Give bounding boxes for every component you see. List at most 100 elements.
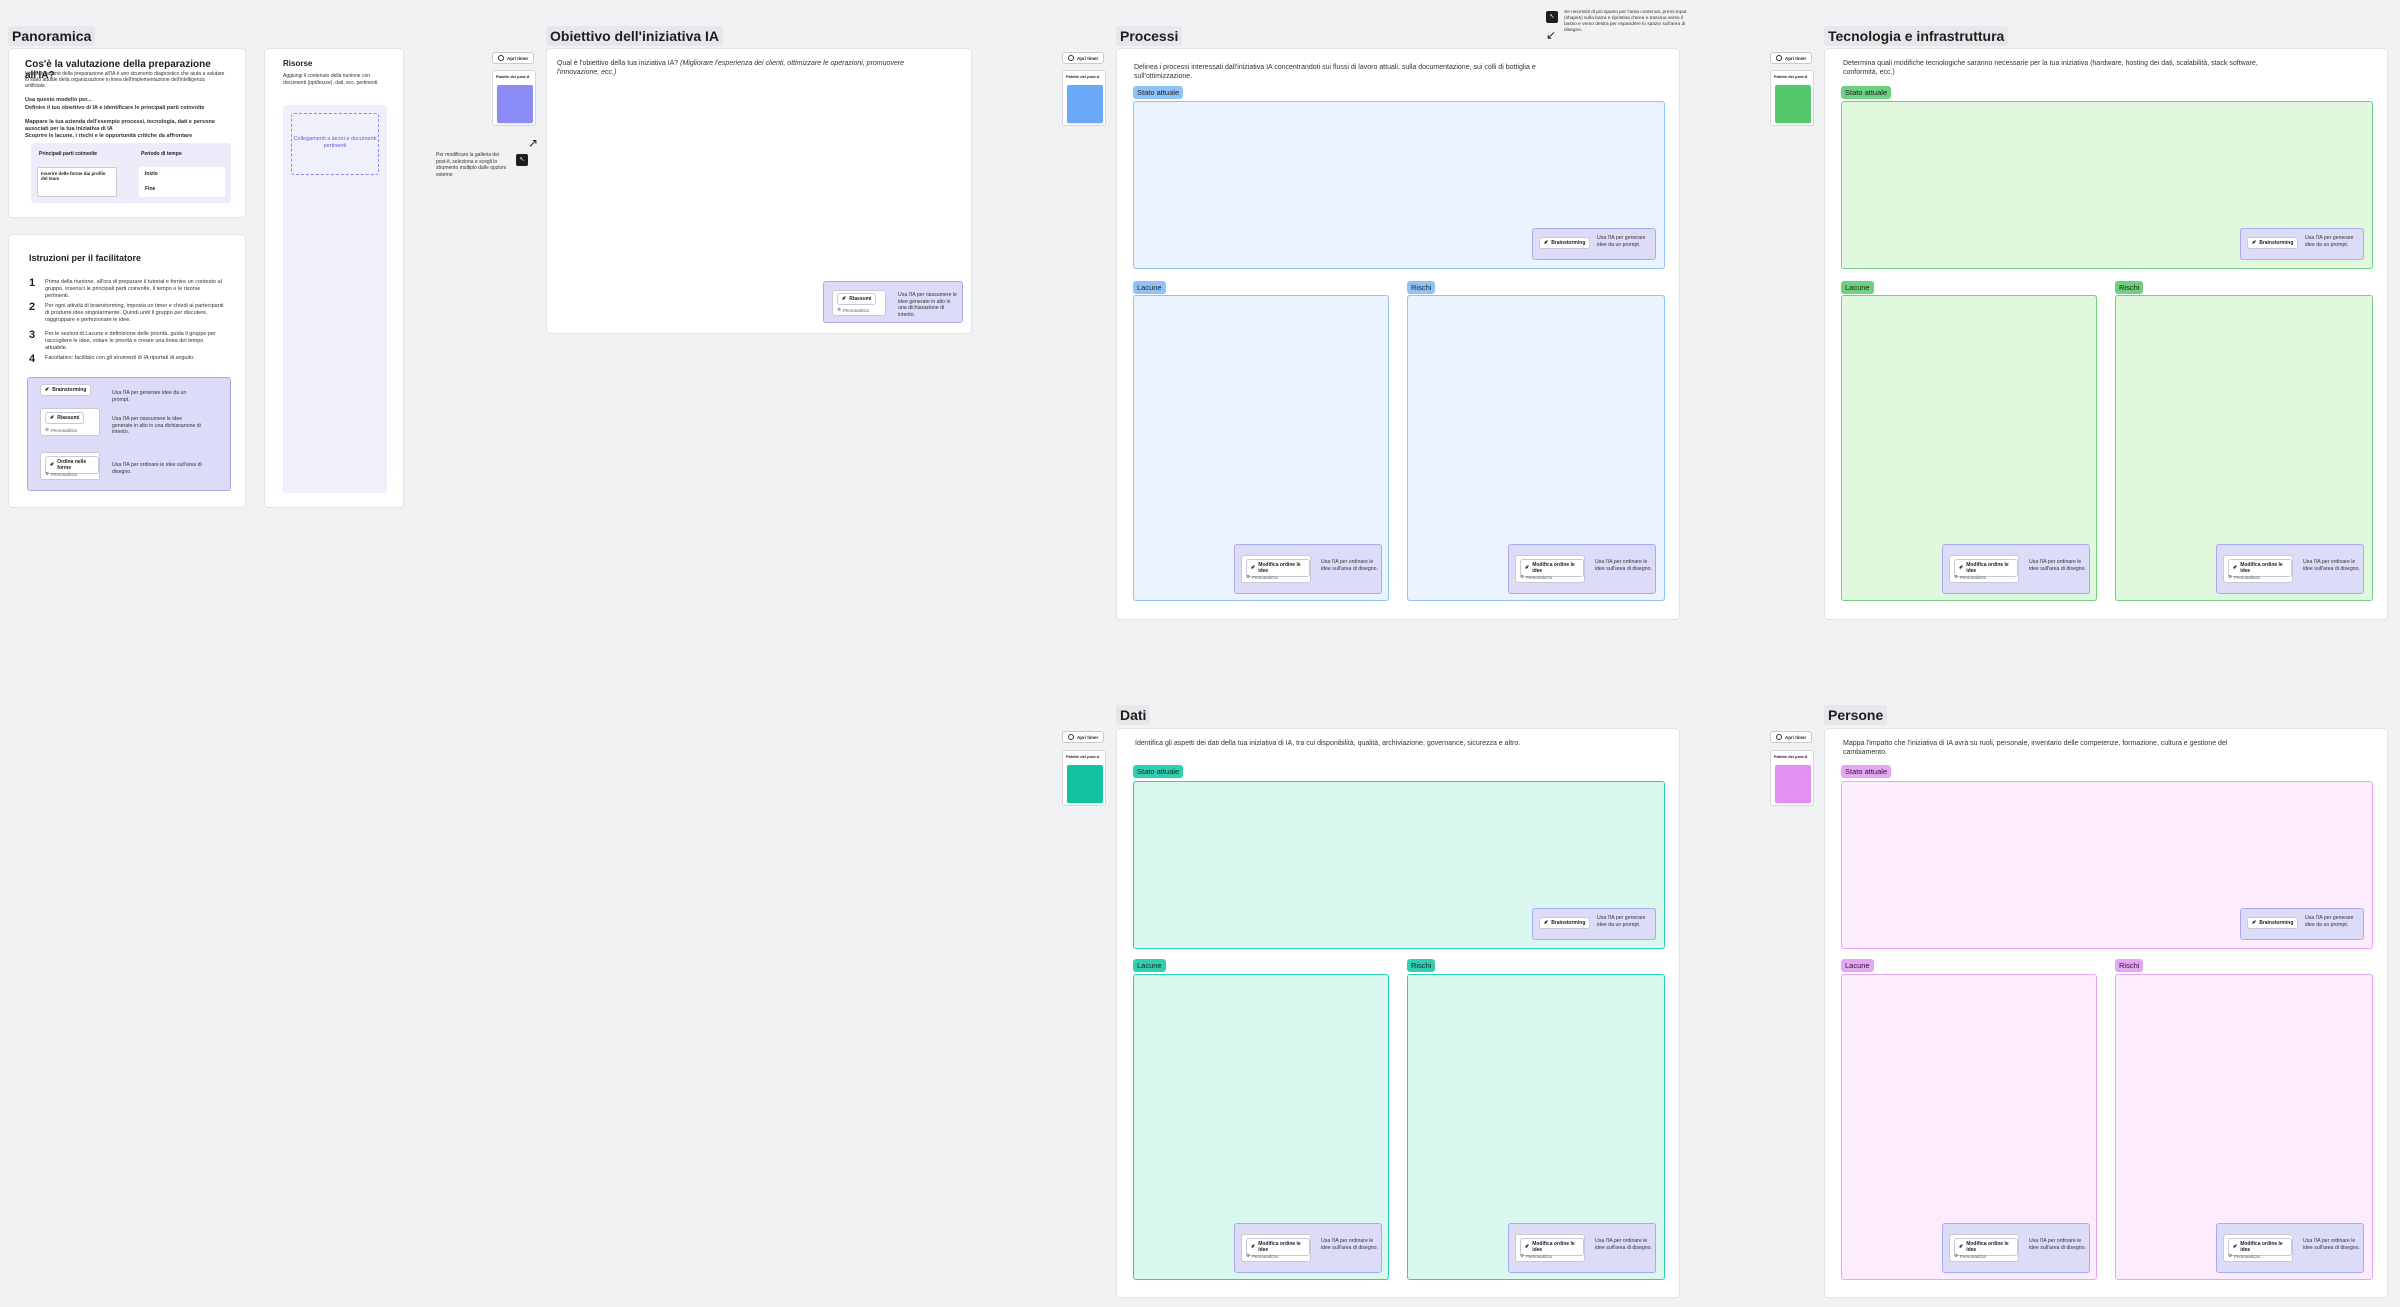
data-sticky-palette[interactable]: Palette dei post-it [1062,750,1106,806]
ai-sort-widget[interactable]: ✐ Ordina nelle forme ⚙ Personalizza [40,452,100,480]
objective-sticky-palette[interactable]: Palette dei post-it [492,70,536,126]
processes-section-title: Processi [1116,26,1183,46]
sort-customize[interactable]: ⚙ Personalizza [1246,574,1278,580]
pink-sticky-note[interactable] [1775,765,1811,803]
technology-current-frame[interactable]: ✐ Brainstorming Usa l'IA per generare ide… [1841,101,2373,269]
sort-label: Modifica ordine le idee [1966,1241,2009,1253]
objective-ai-widget[interactable]: ✐ Riassumi ⚙ Personalizza [832,290,886,316]
resources-link-placeholder[interactable]: Collegamenti a lavori e documenti pertin… [291,113,379,175]
sort-customize[interactable]: ⚙ Personalizza [1954,574,1986,580]
people-risks-tag: Rischi [2115,959,2144,972]
brainstorm-desc: Usa l'IA per generare idee da un prompt. [2305,235,2354,248]
green-sticky-note[interactable] [1775,85,1811,123]
settings-icon: ⚙ [1520,1253,1525,1258]
period-end-label[interactable]: Fine [145,186,155,192]
sort-customize[interactable]: ⚙ Personalizza [2228,1253,2260,1259]
technology-desc: Determina quali modifiche tecnologiche s… [1843,60,2258,76]
ai-brainstorm-desc: Usa l'IA per generare idee da un prompt. [112,390,187,403]
processes-card: Delinea i processi interessati dall'iniz… [1116,48,1680,620]
ai-summarize-button[interactable]: ✐ Riassumi [45,412,85,424]
objective-summarize-button[interactable]: ✐ Riassumi [837,293,877,305]
open-timer-label: Apri timer [1785,55,1807,61]
objective-customize[interactable]: ⚙ Personalizza [837,307,869,313]
resources-drop-area[interactable]: Collegamenti a lavori e documenti pertin… [283,105,387,493]
customize-label: Personalizza [1960,1253,1986,1259]
period-start-label[interactable]: Inizio [145,171,158,177]
stakeholder-profile-slot[interactable]: Inserire delle forme dai profilo del tea… [37,167,117,197]
data-gaps-frame[interactable]: ✐ Modifica ordine le idee ⚙ Personalizza U… [1133,974,1389,1280]
technology-gaps-frame[interactable]: ✐ Modifica ordine le idee ⚙ Personalizza U… [1841,295,2097,601]
customize-label: Personalizza [1526,1253,1552,1259]
sort-desc: Usa l'IA per ordinare le idee sull'area … [2303,1238,2360,1251]
sort-widget[interactable]: ✐ Modifica ordine le idee ⚙ Personalizza [1241,555,1311,583]
sparkle-icon: ✐ [1251,1244,1256,1250]
settings-icon: ⚙ [1954,1253,1959,1258]
top-expand-note: Se necessiti di più spazio per l'area co… [1564,10,1687,33]
teal-sticky-note[interactable] [1067,765,1103,803]
processes-open-timer[interactable]: Apri timer [1062,52,1105,64]
objective-question-main: Qual è l'obiettivo della tua iniziativa … [557,60,679,67]
people-gaps-frame[interactable]: ✐ Modifica ordine le idee ⚙ Personalizza U… [1841,974,2097,1280]
arrow-down-icon: ↙ [1546,28,1557,42]
brainstorm-button[interactable]: ✐ Brainstorming [2247,917,2299,929]
data-open-timer[interactable]: Apri timer [1062,731,1105,743]
timer-icon [1776,55,1782,61]
ai-summarize-customize[interactable]: ⚙ Personalizza [45,427,77,433]
people-open-timer[interactable]: Apri timer [1770,731,1813,743]
sort-customize[interactable]: ⚙ Personalizza [1520,1253,1552,1259]
ai-sort-customize[interactable]: ⚙ Personalizza [45,471,77,477]
processes-risks-frame[interactable]: ✐ Modifica ordine le idee ⚙ Personalizza U… [1407,295,1665,601]
sort-widget[interactable]: ✐ Modifica ordine le idee ⚙ Personalizza [1241,1234,1311,1262]
technology-sticky-palette[interactable]: Palette dei post-it [1770,70,1814,126]
brainstorm-button[interactable]: ✐ Brainstorming [2247,237,2299,249]
customize-label: Personalizza [1252,574,1278,580]
blue-sticky-note[interactable] [1067,85,1103,123]
palette-label: Palette dei post-it [1066,754,1100,759]
objective-card: Qual è l'obiettivo della tua iniziativa … [546,48,972,334]
brainstorm-label: Brainstorming [1551,240,1586,246]
people-risks-frame[interactable]: ✐ Modifica ordine le idee ⚙ Personalizza U… [2115,974,2373,1280]
processes-gaps-frame[interactable]: ✐ Modifica ordine le idee ⚙ Personalizza U… [1133,295,1389,601]
sparkle-icon: ✐ [2252,240,2257,246]
objective-open-timer[interactable]: Apri timer [492,52,535,64]
sort-customize[interactable]: ⚙ Personalizza [1520,574,1552,580]
data-current-frame[interactable]: ✐ Brainstorming Usa l'IA per generare ide… [1133,781,1665,949]
people-sticky-palette[interactable]: Palette dei post-it [1770,750,1814,806]
technology-risks-ai-sort: ✐ Modifica ordine le idee ⚙ Personalizza U… [2216,544,2364,594]
sort-widget[interactable]: ✐ Modifica ordine le idee ⚙ Personalizza [1949,1234,2019,1262]
customize-label: Personalizza [2234,1253,2260,1259]
pointer-icon: ↖ [516,154,528,166]
overview-use-title: Usa questo modello per... [25,97,92,103]
sort-widget[interactable]: ✐ Modifica ordine le idee ⚙ Personalizza [2223,555,2293,583]
sort-label: Modifica ordine le idee [2240,1241,2283,1253]
sort-customize[interactable]: ⚙ Personalizza [1246,1253,1278,1259]
ai-brainstorm-button[interactable]: ✐ Brainstorming [40,384,92,396]
ai-summarize-widget[interactable]: ✐ Riassumi ⚙ Personalizza [40,408,100,436]
sort-customize[interactable]: ⚙ Personalizza [1954,1253,1986,1259]
sort-widget[interactable]: ✐ Modifica ordine le idee ⚙ Personalizza [1949,555,2019,583]
technology-open-timer[interactable]: Apri timer [1770,52,1813,64]
processes-sticky-palette[interactable]: Palette dei post-it [1062,70,1106,126]
sort-customize[interactable]: ⚙ Personalizza [2228,574,2260,580]
purple-sticky-note[interactable] [497,85,533,123]
processes-current-frame[interactable]: ✐ Brainstorming Usa l'IA per generare ide… [1133,101,1665,269]
ai-summarize-label: Riassumi [57,415,80,421]
settings-icon: ⚙ [837,307,842,312]
technology-risks-frame[interactable]: ✐ Modifica ordine le idee ⚙ Personalizza U… [2115,295,2373,601]
brainstorm-button[interactable]: ✐ Brainstorming [1539,917,1591,929]
overview-section-title: Panoramica [8,26,96,46]
resources-title: Risorse [283,59,313,68]
settings-icon: ⚙ [1246,1253,1251,1258]
brainstorm-button[interactable]: ✐ Brainstorming [1539,237,1591,249]
people-current-frame[interactable]: ✐ Brainstorming Usa l'IA per generare ide… [1841,781,2373,949]
sort-widget[interactable]: ✐ Modifica ordine le idee ⚙ Personalizza [2223,1234,2293,1262]
palette-label: Palette dei post-it [1774,74,1808,79]
sort-desc: Usa l'IA per ordinare le idee sull'area … [1321,1238,1378,1251]
data-risks-frame[interactable]: ✐ Modifica ordine le idee ⚙ Personalizza U… [1407,974,1665,1280]
sort-label: Modifica ordine le idee [1258,1241,1301,1253]
overview-use-item-3: Scoprire le lacune, i rischi e le opport… [25,133,193,139]
sparkle-icon: ✐ [1959,1244,1964,1250]
timer-icon [1068,734,1074,740]
sort-widget[interactable]: ✐ Modifica ordine le idee ⚙ Personalizza [1515,1234,1585,1262]
sort-widget[interactable]: ✐ Modifica ordine le idee ⚙ Personalizza [1515,555,1585,583]
